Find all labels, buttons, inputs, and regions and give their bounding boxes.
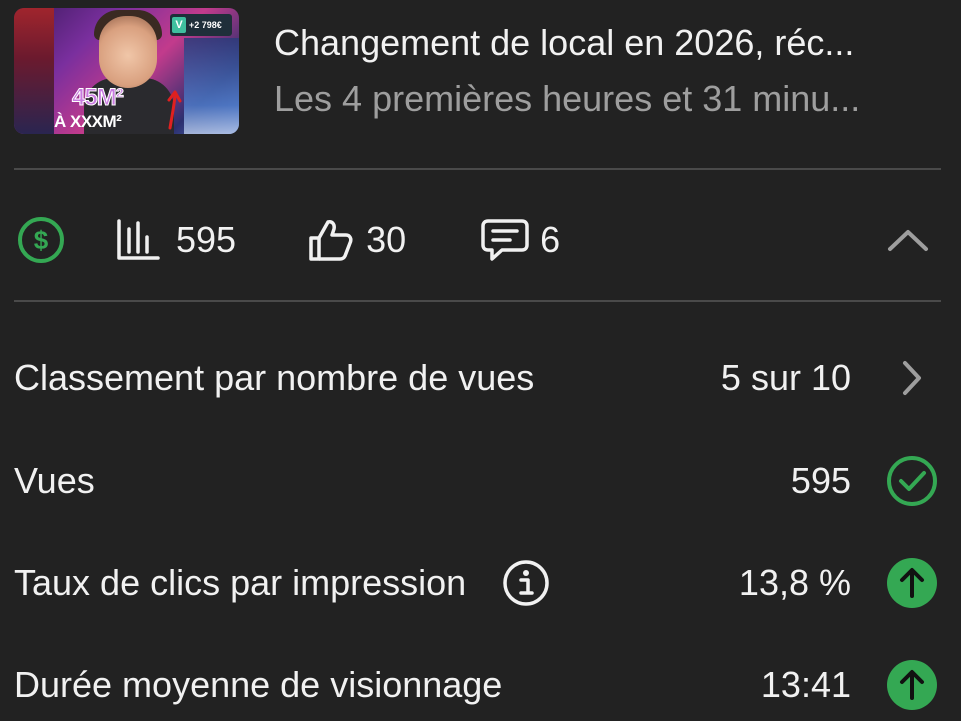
metric-row-ctr: Taux de clics par impression 13,8 %	[14, 553, 941, 613]
thumbnail-text-big: 45M²	[72, 84, 125, 112]
metric-value: 595	[790, 460, 851, 501]
metric-value: 5 sur 10	[720, 357, 851, 398]
video-card[interactable]: V +2 798€ 45M² À XXXM² Changement de loc…	[14, 8, 944, 136]
arrow-up-icon	[887, 558, 937, 608]
thumbnail-person-face	[99, 16, 157, 88]
svg-text:$: $	[34, 225, 49, 255]
thumbnail-text-small: À XXXM²	[54, 112, 122, 131]
metric-value: 13,8 %	[738, 562, 851, 603]
check-circle-icon	[887, 456, 937, 506]
comment-icon	[481, 219, 529, 261]
metric-value: 13:41	[760, 664, 851, 705]
video-thumbnail[interactable]: V +2 798€ 45M² À XXXM²	[14, 8, 239, 134]
video-subtitle: Les 4 premières heures et 31 minu...	[274, 78, 861, 119]
thumbnail-revenue-badge: V +2 798€	[170, 14, 232, 36]
thumbnail-badge-logo: V	[172, 17, 186, 33]
metric-label: Durée moyenne de visionnage	[14, 664, 503, 705]
metric-label: Taux de clics par impression	[14, 562, 467, 603]
video-title: Changement de local en 2026, réc...	[274, 22, 855, 63]
divider	[14, 168, 941, 170]
likes-stat: 30	[308, 218, 406, 262]
chevron-right-icon	[903, 361, 921, 395]
arrow-up-icon	[887, 660, 937, 710]
views-count: 595	[176, 219, 237, 260]
thumbnail-background-right	[184, 38, 239, 134]
bar-chart-icon	[117, 219, 160, 260]
stats-row: $ 595 30 6	[14, 204, 941, 276]
metric-row-views: Vues 595	[14, 451, 941, 511]
thumbs-up-icon	[309, 220, 353, 261]
comments-count: 6	[540, 219, 561, 260]
video-titles: Changement de local en 2026, réc... Les …	[274, 8, 944, 136]
metric-label-container: Taux de clics par impression	[14, 559, 550, 607]
thumbnail-background-left	[14, 8, 54, 134]
thumbnail-badge-amount: +2 798€	[189, 19, 222, 30]
monetization-status[interactable]: $	[16, 215, 66, 265]
collapse-button[interactable]	[887, 227, 929, 253]
metric-row-avg-view-duration: Durée moyenne de visionnage 13:41	[14, 655, 941, 715]
comments-stat: 6	[480, 217, 560, 263]
info-icon[interactable]	[502, 559, 550, 607]
dollar-icon: $	[18, 217, 64, 263]
divider	[14, 300, 941, 302]
metric-row-view-ranking[interactable]: Classement par nombre de vues 5 sur 10	[14, 348, 941, 408]
metric-label: Vues	[14, 460, 95, 501]
views-stat: 595	[116, 219, 236, 261]
chevron-up-icon	[888, 230, 928, 251]
likes-count: 30	[366, 219, 407, 260]
metric-label: Classement par nombre de vues	[14, 357, 535, 398]
thumbnail-arrow-icon	[167, 90, 182, 130]
